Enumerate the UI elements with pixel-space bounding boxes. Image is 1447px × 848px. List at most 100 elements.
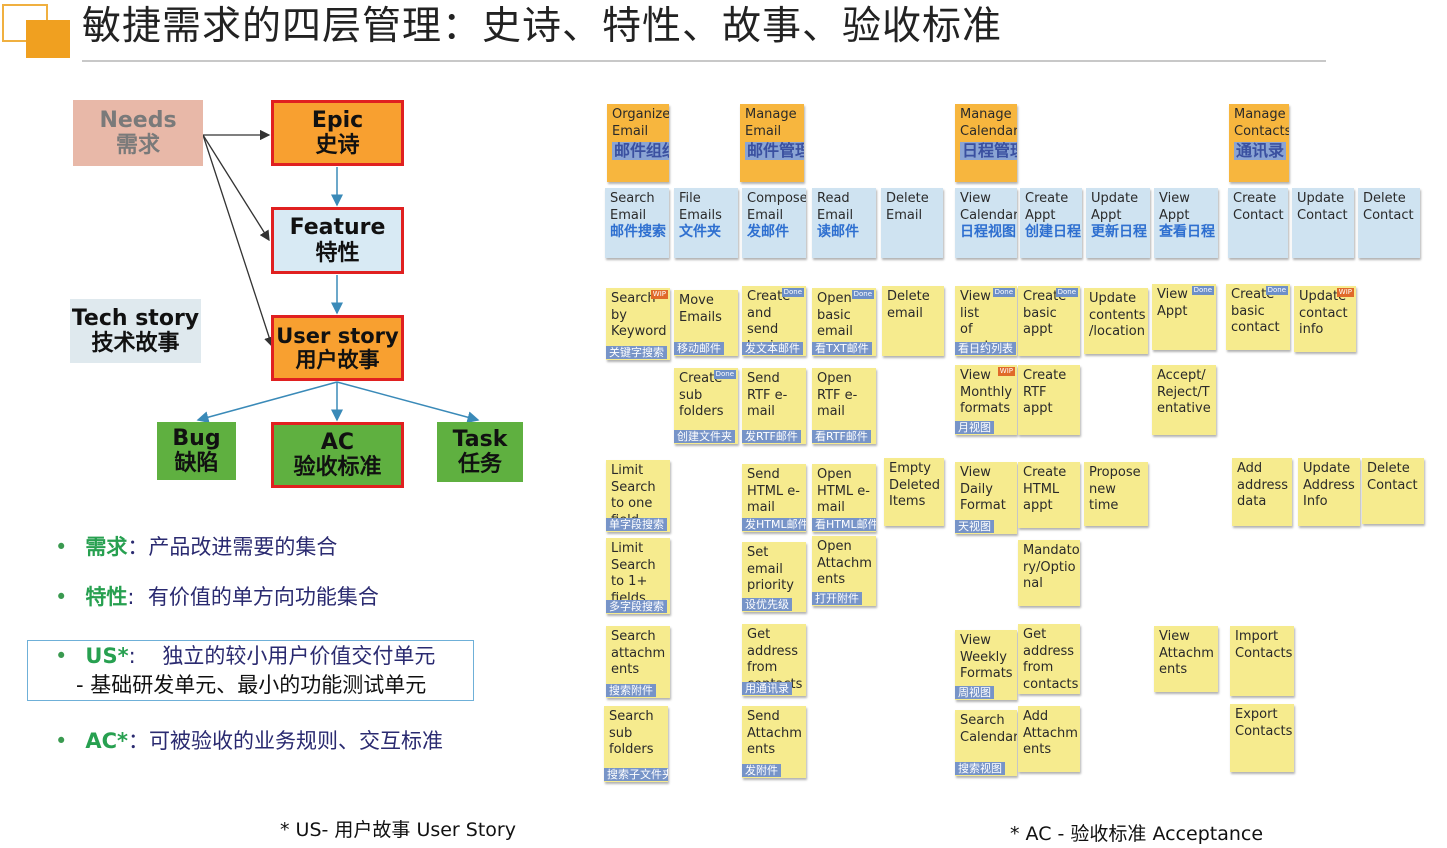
needs-arrows [202,129,275,348]
story-card-label: Appt [1157,303,1188,319]
story-card-label: Attachm [747,725,802,741]
feature-card: Delete Email [881,188,943,258]
story-card-label: Formats [960,666,1013,681]
feature-card-label: Compose [747,191,806,206]
arrow-userstory-task [336,381,480,424]
story-card-label: basic [1023,305,1057,321]
story-card-label: Add [1237,461,1263,476]
epic-card: ManageCalendar 日程管理 [955,104,1017,182]
story-card-label: appt [1023,498,1053,513]
story-card-label: ents [1023,742,1052,757]
story-card-label: Propose [1089,465,1141,480]
epic-card-label: Manage [1234,107,1286,122]
feature-card: Create Appt 创建日程 [1020,188,1082,258]
ac-box: AC 验收标准 [271,422,404,488]
story-card-label: Move [679,293,714,308]
story-card: View Attachm ents [1154,626,1218,692]
story-card-label: Keyword [611,324,667,339]
feature-card-label: Create [1233,191,1277,206]
story-card-label: nal [1023,576,1043,591]
story-card-label: basic [747,338,781,354]
story-card-label: View [960,368,991,383]
definition-term: AC* [85,729,129,753]
story-card-label: /location [1089,324,1145,339]
story-card-label: Contacts [1235,645,1293,661]
story-card: Open HTML e-mail 看HTML邮件 [812,464,876,532]
story-card-label: Daily [960,481,993,497]
story-card-label: contacts [1023,676,1079,692]
story-card: Send RTF e-mail 发RTF邮件 [742,368,806,444]
story-card-label: info [1299,322,1324,337]
story-card-label: ry/Optio [1023,559,1076,575]
feature-card-label: Email [610,207,647,223]
story-card-label: Get [747,627,771,642]
epic-card-label: Manage [745,107,797,122]
story-card-label: Create [679,371,723,386]
story-card-label: appt [1023,322,1053,337]
story-card-label: new time [1089,481,1119,514]
story-card-label: Create [1231,287,1275,302]
epic-box: Epic 史诗 [271,100,404,166]
story-card-label: basic [817,307,851,323]
story-card-label: contacts [747,676,803,692]
definition-term: 特性 [85,585,128,609]
story-card-label: Open [817,467,852,482]
footnote-ac: * AC - 验收标准 Acceptance [1010,823,1264,845]
arrow-userstory-bug [196,381,338,424]
feature-card: View Appt 查看日程 [1154,188,1218,258]
story-card-label: from [1023,660,1054,675]
definition-text: 独立的较小用户价值交付单元 [162,644,436,668]
story-card: Create basic contact Done [1226,284,1290,350]
story-card-label: View [1157,287,1188,302]
story-card-label: mail [817,500,845,515]
story-card-label: Limit [611,463,644,478]
story-card-cn-label: 用通讯录 [742,682,792,695]
feature-card-label: Email [817,207,854,223]
feature-card-label: Create [1025,191,1069,206]
epic-card-label: Email [745,123,782,139]
story-card-label: Delete [1367,461,1410,476]
definition-text: 可被验收的业务规则、交互标准 [149,729,444,753]
story-card-label: to one [611,496,653,511]
story-card-label: sub [679,387,703,403]
story-card: Accept/Reject/T entative [1152,365,1216,435]
feature-card-label: Delete [886,191,929,206]
status-tag: Done [851,290,874,299]
needs-label-cn: 需求 [115,133,160,158]
epic-card-label: Contacts [1234,123,1289,139]
story-card-label: entative [1157,401,1211,416]
user-story-label-en: User story [276,323,399,348]
story-card: Open Attachm ents 打开附件 [812,536,876,606]
definition-term: 需求 [85,535,128,559]
feature-card: Search Email 邮件搜索 [605,188,669,258]
feature-card-cn-label: 创建日程 [1025,224,1081,240]
story-card-label: Emails [679,309,722,325]
story-card-label: folders [679,404,724,419]
story-card-label: basic [1231,303,1265,319]
story-card: Get address from contacts 用通讯录 [742,624,806,696]
story-card-label: formats [960,401,1011,416]
definition-text: 有价值的单方向功能集合 [147,585,379,609]
feature-card: File Emails 文件夹 [674,188,738,258]
status-tag: WIP [650,290,668,299]
status-tag: Done [1055,288,1078,297]
story-card: Mandato ry/Optio nal [1018,540,1080,606]
story-card-label: RTF e- [747,387,788,403]
story-card-cn-label: 发文本邮件 [742,342,803,355]
epic-card-label: Organize [612,107,669,122]
story-card: View Appt Done [1152,284,1216,350]
story-card-label: Empty [889,461,931,476]
story-card: Create basic appt Done [1018,286,1080,356]
story-card-label: Create [1023,289,1067,304]
story-card-label: Calendar [960,729,1017,745]
story-card-label: Export [1235,707,1278,722]
feature-box: Feature 特性 [271,207,404,274]
feature-card-cn-label: 文件夹 [679,224,721,240]
story-card-label: Attachm [1023,725,1078,741]
feature-card-label: Read [817,191,850,206]
tech-story-label-cn: 技术故事 [91,331,180,356]
story-card: Export Contacts [1230,704,1294,772]
definition-ac: • AC*：可被验收的业务规则、交互标准 [55,727,443,755]
story-card-label: View [1159,629,1190,644]
story-card: Delete email [882,286,944,356]
